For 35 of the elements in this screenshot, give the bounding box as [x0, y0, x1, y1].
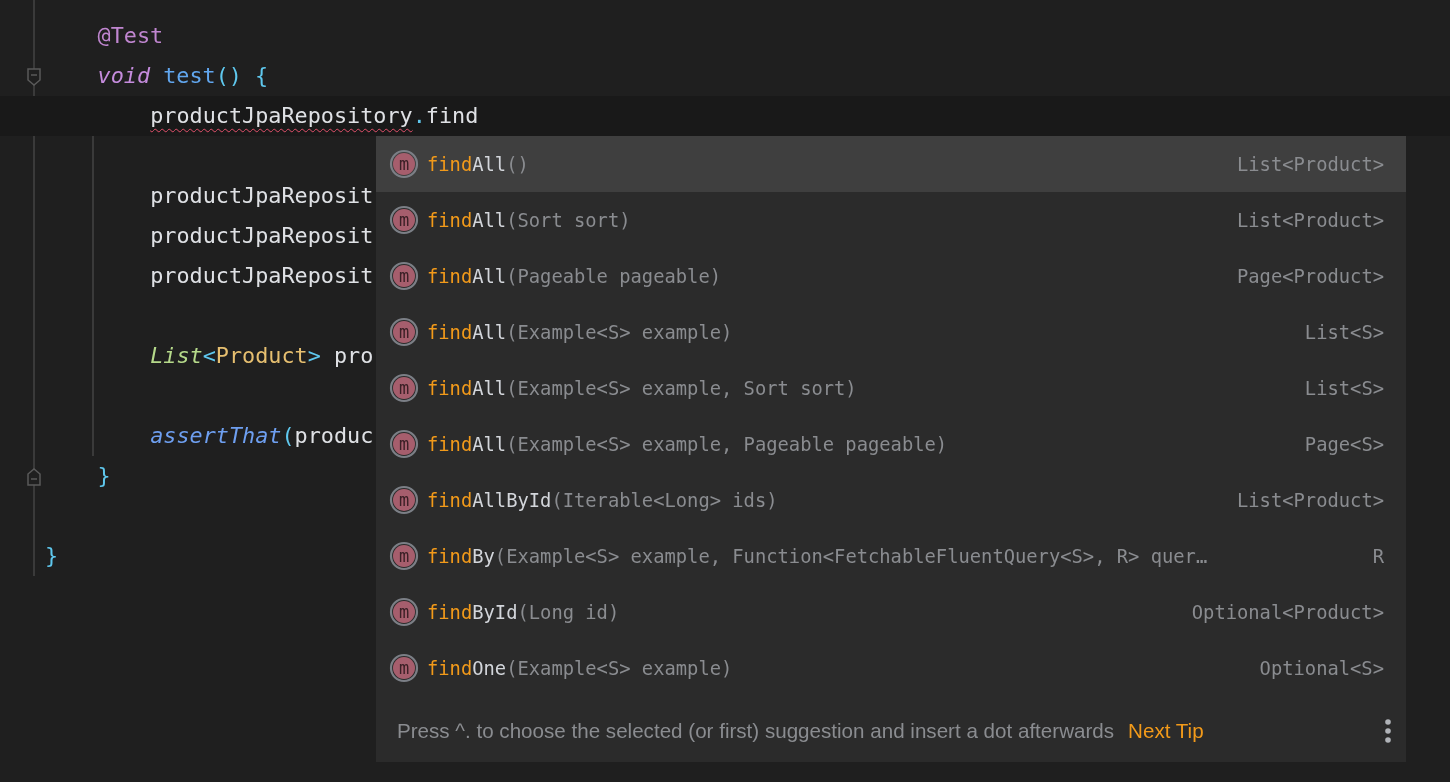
code-line: }: [97, 462, 111, 490]
code-line: void test() {: [97, 62, 269, 90]
completion-item[interactable]: m findAllById(Iterable<Long> ids) List<Product>: [376, 472, 1406, 528]
completion-item[interactable]: m findAll(Sort sort) List<Product>: [376, 192, 1406, 248]
code-line: productJpaReposit: [150, 222, 374, 250]
method-icon: m: [389, 653, 419, 683]
fold-icon[interactable]: [26, 468, 42, 486]
method-icon: m: [389, 541, 419, 571]
completion-item[interactable]: m findAll() List<Product>: [376, 136, 1406, 192]
more-icon[interactable]: [1384, 718, 1392, 744]
method-icon: m: [389, 317, 419, 347]
completion-item[interactable]: m findOne(Example<S> example) Optional<S>: [376, 640, 1406, 696]
next-tip-link[interactable]: Next Tip: [1128, 719, 1204, 743]
method-icon: m: [389, 373, 419, 403]
method-icon: m: [389, 429, 419, 459]
method-icon: m: [389, 205, 419, 235]
code-line: productJpaReposit: [150, 262, 374, 290]
completion-item[interactable]: m findAll(Example<S> example, Sort sort) List<S>: [376, 360, 1406, 416]
completion-item[interactable]: m findBy(Example<S> example, Function<FetchableFluentQuery<S>, R> quer… R: [376, 528, 1406, 584]
code-line: assertThat(produc: [150, 422, 374, 450]
completion-item[interactable]: m findAll(Pageable pageable) Page<Product>: [376, 248, 1406, 304]
code-line: @Test: [97, 22, 164, 50]
completion-item[interactable]: m findAll(Example<S> example) List<S>: [376, 304, 1406, 360]
code-line: productJpaRepository.find: [150, 102, 479, 130]
method-icon: m: [389, 597, 419, 627]
completion-item[interactable]: m findAll(Example<S> example, Pageable pageable) Page<S>: [376, 416, 1406, 472]
code-line: }: [45, 542, 59, 570]
fold-icon[interactable]: [26, 68, 42, 86]
method-icon: m: [389, 261, 419, 291]
code-line: List<Product> pro: [150, 342, 374, 370]
method-icon: m: [389, 149, 419, 179]
method-icon: m: [389, 485, 419, 515]
hint-text: Press ^. to choose the selected (or first) suggestion and insert a dot afterwards: [397, 719, 1115, 743]
code-line: productJpaReposit: [150, 182, 374, 210]
completion-item[interactable]: m findById(Long id) Optional<Product>: [376, 584, 1406, 640]
